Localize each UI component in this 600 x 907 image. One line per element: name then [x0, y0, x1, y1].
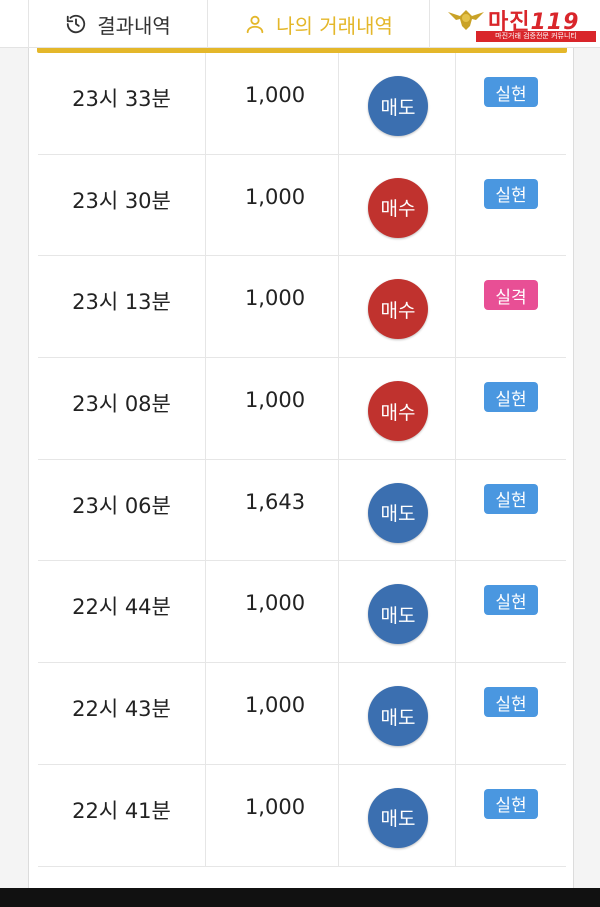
side-cell: 매수	[339, 256, 456, 358]
result-badge: 실현	[484, 585, 538, 616]
result-cell: 실현	[456, 561, 566, 662]
trade-time: 23시 30분	[72, 188, 171, 213]
result-badge: 실현	[484, 382, 538, 413]
trade-history-panel: 23시 33분 1,000 매도 실현 23시 30분 1,000 매수 실현 23시 13분 1…	[28, 48, 574, 888]
table-row: 22시 43분 1,000 매도 실현	[38, 663, 566, 765]
time-cell: 23시 30분	[38, 154, 206, 256]
result-badge: 실현	[484, 788, 538, 819]
trade-amount: 1,000	[244, 286, 306, 311]
amount-cell: 1,000	[206, 358, 339, 459]
time-cell: 22시 43분	[38, 663, 206, 764]
result-cell: 실현	[456, 663, 566, 764]
trade-amount: 1,000	[244, 83, 306, 107]
table-row: 23시 06분 1,643 매도 실현	[38, 459, 566, 562]
time-cell: 22시 44분	[38, 561, 206, 663]
sell-badge: 매도	[368, 686, 428, 747]
trade-time: 23시 33분	[72, 87, 171, 111]
sell-badge: 매도	[368, 76, 428, 136]
side-cell: 매도	[339, 663, 456, 764]
buy-badge: 매수	[368, 381, 428, 442]
eagle-emblem-icon	[448, 6, 484, 32]
trade-time: 23시 13분	[72, 290, 171, 315]
amount-cell: 1,000	[206, 663, 339, 764]
tab-my-trades[interactable]: 나의 거래내역	[208, 0, 430, 48]
result-cell: 실현	[456, 53, 566, 154]
amount-cell: 1,000	[206, 256, 339, 358]
amount-cell: 1,000	[206, 561, 339, 663]
tab-results-label: 결과내역	[97, 13, 171, 38]
trade-amount: 1,000	[244, 184, 306, 209]
result-cell: 실현	[456, 460, 566, 561]
time-cell: 23시 08분	[38, 358, 206, 459]
side-cell: 매수	[339, 358, 456, 459]
table-row: 23시 13분 1,000 매수 실격	[38, 256, 566, 359]
result-badge: 실격	[484, 280, 538, 311]
tab-my-trades-label: 나의 거래내역	[276, 13, 393, 38]
side-cell: 매도	[339, 459, 456, 561]
time-cell: 23시 06분	[38, 459, 206, 561]
system-nav-bar	[0, 888, 600, 907]
trade-time: 22시 43분	[72, 697, 171, 722]
amount-cell: 1,000	[206, 53, 339, 154]
side-cell: 매도	[339, 53, 456, 154]
result-badge: 실현	[484, 77, 538, 107]
amount-cell: 1,000	[206, 154, 339, 256]
user-icon	[244, 13, 266, 35]
trade-amount: 1,000	[244, 794, 306, 819]
trade-amount: 1,000	[244, 693, 306, 718]
result-cell: 실현	[456, 358, 566, 459]
side-cell: 매도	[339, 561, 456, 663]
table-row: 23시 08분 1,000 매수 실현	[38, 358, 566, 460]
trade-table: 23시 33분 1,000 매도 실현 23시 30분 1,000 매수 실현 23시 13분 1…	[38, 53, 566, 867]
table-row: 23시 33분 1,000 매도 실현	[38, 53, 566, 155]
side-cell: 매도	[339, 764, 456, 866]
trade-amount: 1,000	[244, 388, 306, 413]
result-cell: 실격	[456, 256, 566, 357]
table-row: 23시 30분 1,000 매수 실현	[38, 154, 566, 257]
time-cell: 23시 13분	[38, 256, 206, 358]
side-cell: 매수	[339, 154, 456, 256]
trade-amount: 1,000	[244, 591, 306, 616]
trade-amount: 1,643	[244, 489, 306, 514]
trade-time: 22시 44분	[72, 595, 171, 620]
trade-time: 22시 41분	[72, 798, 171, 823]
amount-cell: 1,643	[206, 459, 339, 561]
table-row: 22시 44분 1,000 매도 실현	[38, 561, 566, 664]
sell-badge: 매도	[368, 584, 428, 645]
tab-results[interactable]: 결과내역	[28, 0, 208, 48]
buy-badge: 매수	[368, 279, 428, 340]
result-badge: 실현	[484, 687, 538, 718]
amount-cell: 1,000	[206, 764, 339, 866]
result-badge: 실현	[484, 178, 538, 209]
trade-time: 23시 08분	[72, 392, 171, 417]
history-icon	[65, 13, 87, 35]
result-cell: 실현	[456, 155, 566, 256]
watermark-tagline: 마진거래 검증전문 커뮤니티	[476, 31, 596, 42]
time-cell: 23시 33분	[38, 53, 206, 154]
table-row: 22시 41분 1,000 매도 실현	[38, 764, 566, 867]
time-cell: 22시 41분	[38, 764, 206, 866]
trade-time: 23시 06분	[72, 493, 171, 518]
sell-badge: 매도	[368, 482, 428, 543]
watermark-logo: 마진119 마진거래 검증전문 커뮤니티	[442, 2, 600, 44]
sell-badge: 매도	[368, 787, 428, 848]
buy-badge: 매수	[368, 177, 428, 238]
result-badge: 실현	[484, 483, 538, 514]
result-cell: 실현	[456, 765, 566, 866]
